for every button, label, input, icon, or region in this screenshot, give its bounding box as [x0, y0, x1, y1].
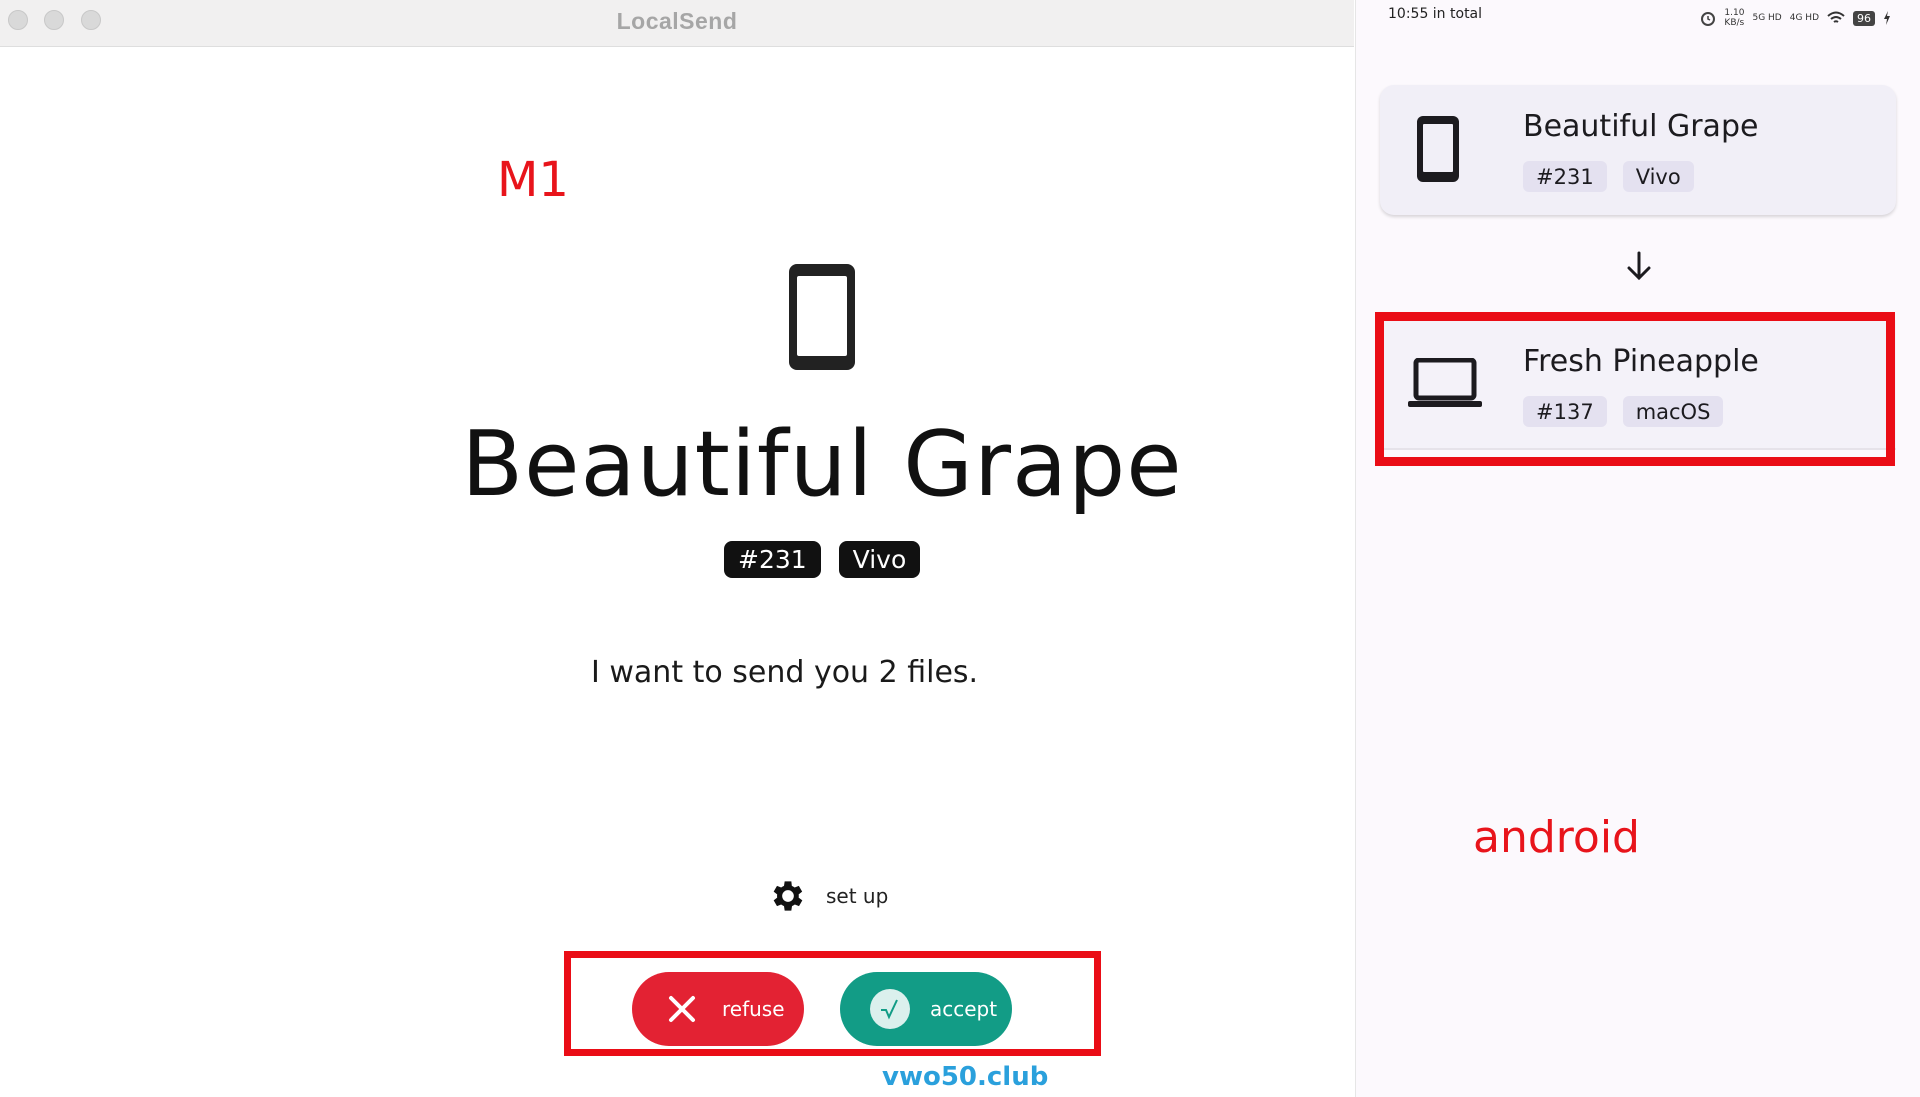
- gear-icon: [773, 881, 803, 911]
- transfer-message: I want to send you 2 files.: [591, 655, 979, 690]
- android-screen: 10:55 in total 1.10KB/s 5G HD 4G HD 96: [1355, 0, 1920, 1097]
- setup-label: set up: [826, 884, 889, 908]
- battery-level: 96: [1853, 10, 1875, 26]
- status-icons: 1.10 KB/s 5G HD 4G HD 96: [1700, 8, 1891, 28]
- check-icon: [870, 989, 910, 1029]
- smartphone-icon: [789, 264, 855, 370]
- from-device-tags: #231 Vivo: [1523, 161, 1694, 192]
- sender-os-tag: Vivo: [838, 541, 921, 578]
- network-speed: 1.10 KB/s: [1724, 8, 1745, 28]
- sender-id-tag: #231: [724, 541, 821, 578]
- refuse-label: refuse: [722, 997, 785, 1021]
- window-title: LocalSend: [616, 8, 738, 34]
- status-time: 10:55 in total: [1388, 6, 1483, 22]
- annotation-m1: M1: [497, 152, 569, 208]
- refuse-button[interactable]: refuse: [632, 972, 804, 1046]
- watermark: vwo50.club: [882, 1062, 1049, 1092]
- from-device-id-tag: #231: [1523, 161, 1607, 192]
- window-titlebar: LocalSend: [0, 0, 1354, 47]
- arrow-down-icon: [1627, 251, 1651, 281]
- localsend-mac-window: LocalSend M1 Beautiful Grape #231 Vivo I…: [0, 0, 1354, 1097]
- annotation-android: android: [1473, 812, 1640, 863]
- alarm-icon: [1701, 12, 1716, 26]
- charging-icon: [1884, 11, 1890, 25]
- network-5g: 5G HD: [1752, 13, 1782, 23]
- network-4g: 4G HD: [1789, 13, 1819, 23]
- accept-button[interactable]: accept: [840, 972, 1012, 1046]
- status-bar: 10:55 in total 1.10 KB/s 5G HD 4G HD 96: [1356, 0, 1920, 34]
- sender-tags: #231 Vivo: [724, 541, 921, 578]
- from-device-card: Beautiful Grape #231 Vivo: [1380, 85, 1896, 215]
- stage: LocalSend M1 Beautiful Grape #231 Vivo I…: [0, 0, 1920, 1097]
- accept-label: accept: [930, 997, 998, 1021]
- from-device-name: Beautiful Grape: [1523, 109, 1759, 144]
- annotation-highlight-target: [1375, 312, 1895, 466]
- setup-link[interactable]: set up: [768, 876, 888, 916]
- smartphone-icon: [1417, 116, 1459, 182]
- from-device-os-tag: Vivo: [1622, 161, 1694, 192]
- wifi-icon: [1827, 11, 1845, 23]
- close-icon: [662, 989, 702, 1029]
